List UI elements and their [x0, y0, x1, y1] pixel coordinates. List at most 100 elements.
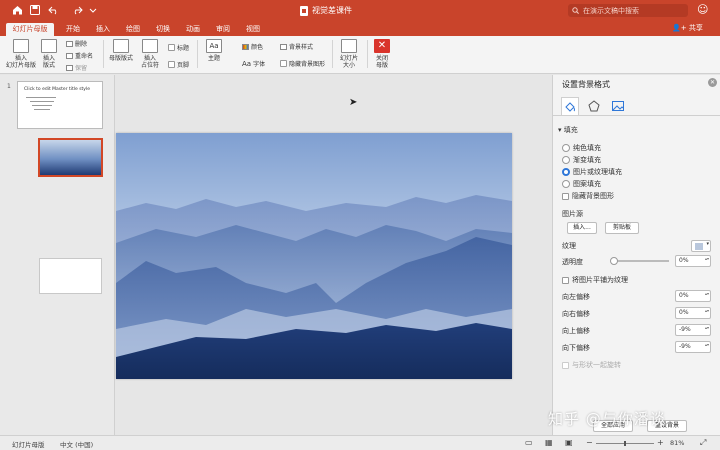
- zoom-slider[interactable]: [596, 441, 654, 446]
- offset-right-input[interactable]: 0%: [675, 307, 711, 319]
- save-icon[interactable]: [28, 3, 42, 17]
- offset-left-input[interactable]: 0%: [675, 290, 711, 302]
- search-input[interactable]: 在演示文稿中搜索: [568, 4, 688, 17]
- zoom-slider-handle[interactable]: [624, 441, 626, 446]
- share-button[interactable]: 👤+ 共享: [672, 23, 703, 33]
- tab-review[interactable]: 审阅: [212, 23, 234, 36]
- collapse-triangle-icon: ▾: [558, 126, 562, 134]
- more-options-icon[interactable]: [86, 3, 100, 17]
- insert-layout-button[interactable]: 插入 版式: [38, 39, 60, 69]
- close-pane-icon[interactable]: ✕: [708, 78, 717, 87]
- slide-number: 1: [7, 83, 11, 90]
- picture-texture-fill-radio[interactable]: 图片或纹理填充: [562, 167, 622, 177]
- tab-transitions[interactable]: 切换: [152, 23, 174, 36]
- add-person-icon: 👤+: [672, 24, 687, 32]
- close-master-view-button[interactable]: ✕ 关闭 母版: [371, 39, 393, 69]
- hide-background-graphics-checkbox[interactable]: 隐藏背景图形: [562, 191, 614, 201]
- rotate-with-shape-checkbox[interactable]: 与形状一起旋转: [562, 360, 621, 370]
- background-styles-button[interactable]: 背景样式: [280, 42, 313, 51]
- ribbon: 插入 幻灯片母版 插入 版式 删除 重命名 保留 母版版式 插入 占位符 标题 …: [0, 36, 720, 74]
- offset-top-label: 向上偏移: [562, 327, 590, 335]
- tab-home[interactable]: 开始: [62, 23, 84, 36]
- rename-button[interactable]: 重命名: [66, 51, 93, 60]
- tab-animations[interactable]: 动画: [182, 23, 204, 36]
- title-checkbox[interactable]: 标题: [168, 43, 189, 52]
- slider-handle[interactable]: [610, 257, 618, 265]
- status-bar: 幻灯片母版 中文 (中国) ▭ ▦ ▣ − + 81% ⤢: [0, 435, 720, 450]
- normal-view-icon[interactable]: ▭: [525, 438, 533, 447]
- undo-icon[interactable]: [46, 3, 60, 17]
- window-title: 视觉差课件: [300, 5, 352, 16]
- master-layout-icon: [113, 39, 129, 53]
- pattern-fill-radio[interactable]: 图案填充: [562, 179, 601, 189]
- theme-icon: Aa: [206, 39, 222, 53]
- layout-thumbnail-selected[interactable]: [38, 138, 103, 177]
- zoom-level[interactable]: 81%: [670, 439, 684, 447]
- rename-icon: [66, 52, 73, 59]
- layout-thumbnail[interactable]: [39, 258, 102, 294]
- preserve-button[interactable]: 保留: [66, 63, 87, 72]
- footer-checkbox[interactable]: 页脚: [168, 60, 189, 69]
- preserve-icon: [66, 64, 73, 71]
- offset-bottom-label: 向下偏移: [562, 344, 590, 352]
- search-icon: [572, 7, 579, 14]
- home-icon[interactable]: [10, 3, 24, 17]
- offset-top-input[interactable]: -9%: [675, 324, 711, 336]
- transparency-label: 透明度: [562, 258, 583, 266]
- insert-picture-button[interactable]: 插入...: [567, 222, 597, 234]
- slide-size-button[interactable]: 幻灯片 大小: [336, 39, 362, 69]
- master-slide-thumbnail[interactable]: Click to edit Master title style: [17, 81, 103, 129]
- insert-slide-master-button[interactable]: 插入 幻灯片母版: [6, 39, 36, 69]
- offset-right-label: 向右偏移: [562, 310, 590, 318]
- theme-button[interactable]: Aa 主题: [203, 39, 225, 62]
- insert-placeholder-icon: [142, 39, 158, 53]
- view-mode-label: 幻灯片母版: [12, 441, 45, 449]
- offset-bottom-input[interactable]: -9%: [675, 341, 711, 353]
- placeholder-line: [26, 97, 56, 98]
- mouse-cursor-icon: ➤: [349, 97, 358, 108]
- tile-picture-checkbox[interactable]: 将图片平铺为纹理: [562, 275, 628, 285]
- effects-tab-icon[interactable]: [585, 97, 603, 115]
- delete-button[interactable]: 删除: [66, 39, 87, 48]
- fill-tab-icon[interactable]: [561, 97, 579, 115]
- ribbon-divider: [197, 40, 198, 68]
- pane-title: 设置背景格式: [562, 80, 610, 89]
- solid-fill-radio[interactable]: 纯色填充: [562, 143, 601, 153]
- slide-size-icon: [341, 39, 357, 53]
- zoom-out-icon[interactable]: −: [586, 438, 593, 447]
- transparency-slider[interactable]: [610, 257, 669, 265]
- insert-slide-master-icon: [13, 39, 29, 53]
- colors-icon: [242, 43, 249, 50]
- colors-button[interactable]: 颜色: [242, 42, 263, 51]
- tab-insert[interactable]: 插入: [92, 23, 114, 36]
- fonts-button[interactable]: Aa 字体: [242, 59, 265, 69]
- feedback-smiley-icon[interactable]: ☺: [697, 3, 713, 17]
- presenter-view-icon[interactable]: ▣: [565, 438, 573, 447]
- texture-dropdown[interactable]: [691, 240, 711, 252]
- fill-section-header[interactable]: ▾ 填充: [558, 125, 578, 135]
- tab-draw[interactable]: 绘图: [122, 23, 144, 36]
- slide-background-image[interactable]: [116, 133, 512, 379]
- fit-to-window-icon[interactable]: ⤢: [700, 438, 706, 448]
- redo-icon[interactable]: [70, 3, 84, 17]
- insert-placeholder-button[interactable]: 插入 占位符: [138, 39, 162, 69]
- placeholder-line: [32, 105, 52, 106]
- title-bar: 视觉差课件 在演示文稿中搜索 ☺: [0, 0, 720, 21]
- tab-slide-master[interactable]: 幻灯片母版: [6, 23, 54, 36]
- texture-label: 纹理: [562, 242, 576, 250]
- hide-background-graphics-checkbox[interactable]: 隐藏背景图形: [280, 59, 325, 68]
- picture-tab-icon[interactable]: [609, 97, 627, 115]
- tab-view[interactable]: 视图: [242, 23, 264, 36]
- offset-left-label: 向左偏移: [562, 293, 590, 301]
- ribbon-divider: [332, 40, 333, 68]
- ribbon-divider: [367, 40, 368, 68]
- slide-sorter-icon[interactable]: ▦: [545, 438, 553, 447]
- transparency-input[interactable]: 0%: [675, 255, 711, 267]
- master-layout-button[interactable]: 母版版式: [108, 39, 134, 62]
- pane-divider: [553, 115, 720, 116]
- fonts-icon: Aa: [242, 59, 252, 68]
- language-label: 中文 (中国): [60, 441, 94, 449]
- clipboard-button[interactable]: 剪贴板: [605, 222, 639, 234]
- zoom-in-icon[interactable]: +: [657, 438, 664, 447]
- gradient-fill-radio[interactable]: 渐变填充: [562, 155, 601, 165]
